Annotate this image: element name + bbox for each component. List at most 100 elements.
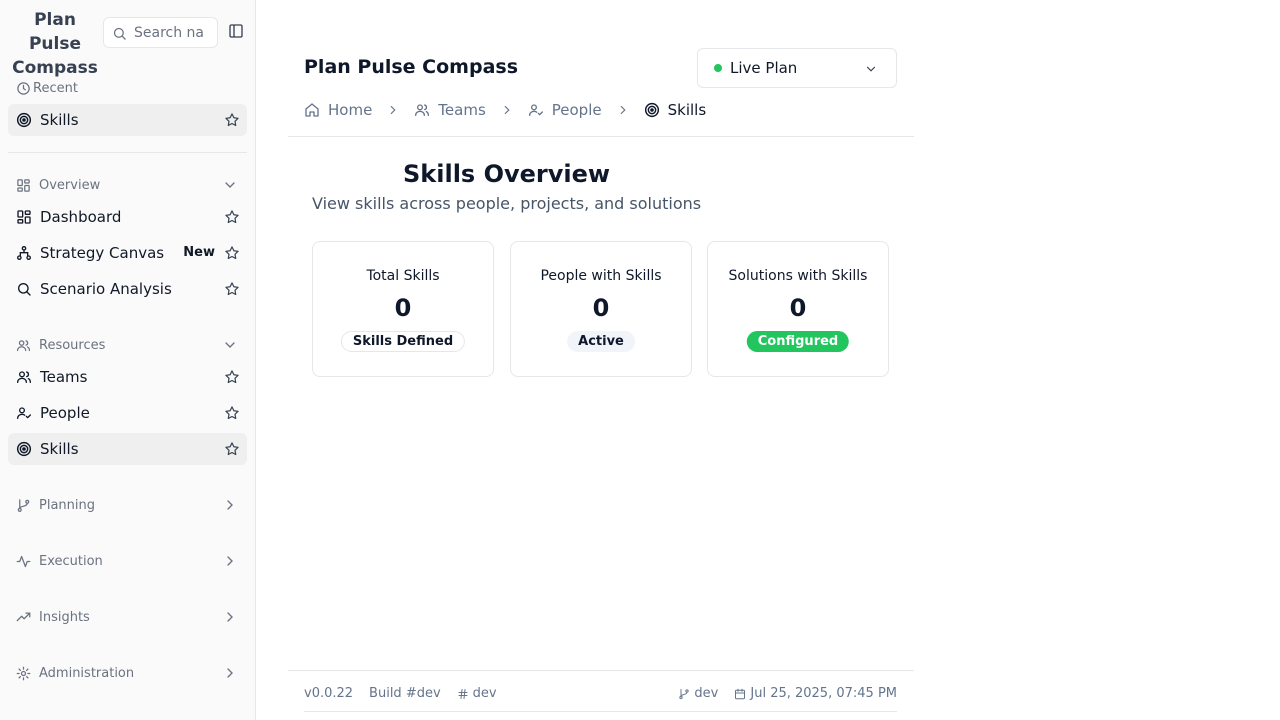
- chevron-right-icon[interactable]: [222, 665, 238, 681]
- sidebar-item-skills[interactable]: Skills: [8, 433, 247, 465]
- home-icon: [305, 103, 319, 117]
- users-icon: [415, 104, 430, 116]
- clock-icon: [17, 81, 30, 95]
- trending-up-icon: [16, 612, 31, 621]
- git-branch-icon: [679, 688, 690, 699]
- chevron-down-icon[interactable]: [222, 337, 238, 353]
- stat-value: 0: [789, 294, 807, 322]
- sidebar-item-dashboard[interactable]: Dashboard: [8, 201, 247, 233]
- build-label: Build #dev: [369, 686, 441, 701]
- dashboard-icon: [17, 210, 31, 224]
- sidebar-item-strategy-canvas[interactable]: Strategy Canvas New: [8, 237, 247, 269]
- star-icon[interactable]: [224, 281, 240, 297]
- breadcrumb: Home Teams People Skills: [304, 100, 706, 120]
- group-resources-label: Resources: [39, 337, 106, 353]
- stat-card-solutions-with-skills: Solutions with Skills 0 Configured: [707, 241, 889, 377]
- chevron-down-icon: [866, 66, 876, 72]
- recent-label-text: Recent: [33, 80, 78, 96]
- star-icon[interactable]: [224, 112, 240, 128]
- users-icon: [17, 371, 31, 383]
- users-icon: [16, 339, 31, 351]
- brand-line-1: Plan Pulse: [28, 10, 82, 54]
- date-label: Jul 25, 2025, 07:45 PM: [734, 686, 897, 701]
- footer: v0.0.22 Build #dev dev dev Jul 25, 2025,…: [304, 686, 897, 704]
- breadcrumb-label: People: [551, 101, 602, 119]
- target-icon: [16, 112, 32, 128]
- star-icon[interactable]: [224, 245, 240, 261]
- branch-text: dev: [694, 686, 719, 701]
- stat-card-people-with-skills: People with Skills 0 Active: [510, 241, 692, 377]
- search-icon: [18, 283, 31, 296]
- group-administration[interactable]: Administration: [16, 663, 134, 683]
- stat-label: People with Skills: [540, 268, 662, 284]
- breadcrumb-skills: Skills: [644, 101, 707, 119]
- workflow-icon: [17, 246, 31, 260]
- chevron-right-icon[interactable]: [222, 553, 238, 569]
- chevron-down-icon[interactable]: [222, 177, 238, 193]
- target-icon: [644, 102, 659, 118]
- sidebar-item-people[interactable]: People: [8, 397, 247, 429]
- commit-text: dev: [472, 686, 497, 701]
- search-box: [103, 17, 218, 48]
- chevron-right-icon: [500, 103, 514, 117]
- nav-item-label: Skills: [40, 440, 79, 458]
- plan-select-value: Live Plan: [730, 59, 798, 77]
- breadcrumb-home[interactable]: Home: [304, 101, 372, 119]
- star-icon[interactable]: [224, 369, 240, 385]
- stat-label: Total Skills: [366, 268, 440, 284]
- dashboard-icon: [17, 178, 30, 192]
- chevron-right-icon: [616, 103, 630, 117]
- group-insights-label: Insights: [39, 609, 90, 625]
- breadcrumb-teams[interactable]: Teams: [414, 101, 486, 119]
- chevron-right-icon[interactable]: [222, 609, 238, 625]
- target-icon: [16, 441, 32, 457]
- group-insights[interactable]: Insights: [16, 607, 90, 627]
- nav-item-label: Scenario Analysis: [40, 280, 172, 298]
- app-brand[interactable]: Plan Pulse Compass: [8, 8, 102, 80]
- search-icon: [113, 27, 126, 40]
- plan-select[interactable]: Live Plan: [697, 48, 897, 88]
- breadcrumb-label: Home: [328, 101, 373, 119]
- stat-value: 0: [592, 294, 610, 322]
- group-resources[interactable]: Resources: [16, 335, 105, 355]
- group-overview[interactable]: Overview: [16, 175, 100, 195]
- calendar-icon: [735, 688, 746, 699]
- sidebar-toggle-icon[interactable]: [228, 23, 244, 39]
- breadcrumb-people[interactable]: People: [528, 101, 602, 119]
- recent-label: Recent: [16, 78, 78, 98]
- chevron-right-icon: [386, 103, 400, 117]
- star-icon[interactable]: [224, 209, 240, 225]
- stat-card-total-skills: Total Skills 0 Skills Defined: [312, 241, 494, 377]
- user-check-icon: [17, 407, 31, 419]
- search-input[interactable]: [134, 23, 214, 43]
- group-planning[interactable]: Planning: [16, 495, 95, 515]
- app-title: Plan Pulse Compass: [304, 56, 519, 78]
- sidebar-item-scenario-analysis[interactable]: Scenario Analysis: [8, 273, 247, 305]
- star-icon[interactable]: [224, 405, 240, 421]
- breadcrumb-label: Skills: [667, 101, 707, 119]
- page-subtitle: View skills across people, projects, and…: [312, 194, 702, 213]
- nav-item-label: Teams: [40, 368, 88, 386]
- sidebar-item-teams[interactable]: Teams: [8, 361, 247, 393]
- group-execution[interactable]: Execution: [16, 551, 103, 571]
- version-label: v0.0.22: [304, 686, 354, 701]
- group-planning-label: Planning: [39, 497, 95, 513]
- group-administration-label: Administration: [39, 665, 135, 681]
- nav-item-label: Dashboard: [40, 208, 122, 226]
- status-badge: Configured: [746, 331, 850, 352]
- new-badge: New: [183, 245, 215, 260]
- chevron-right-icon[interactable]: [222, 497, 238, 513]
- branch-label: dev: [678, 686, 718, 701]
- status-badge: Skills Defined: [340, 331, 466, 352]
- date-text: Jul 25, 2025, 07:45 PM: [750, 686, 897, 701]
- stat-value: 0: [394, 294, 412, 322]
- sidebar-divider: [8, 152, 247, 153]
- recent-item-skills[interactable]: Skills: [8, 104, 247, 136]
- status-badge: Active: [567, 331, 635, 352]
- header-divider: [288, 136, 914, 137]
- stat-label: Solutions with Skills: [728, 268, 868, 284]
- git-branch-icon: [17, 498, 30, 512]
- activity-icon: [16, 555, 31, 567]
- user-check-icon: [528, 104, 543, 116]
- star-icon[interactable]: [224, 441, 240, 457]
